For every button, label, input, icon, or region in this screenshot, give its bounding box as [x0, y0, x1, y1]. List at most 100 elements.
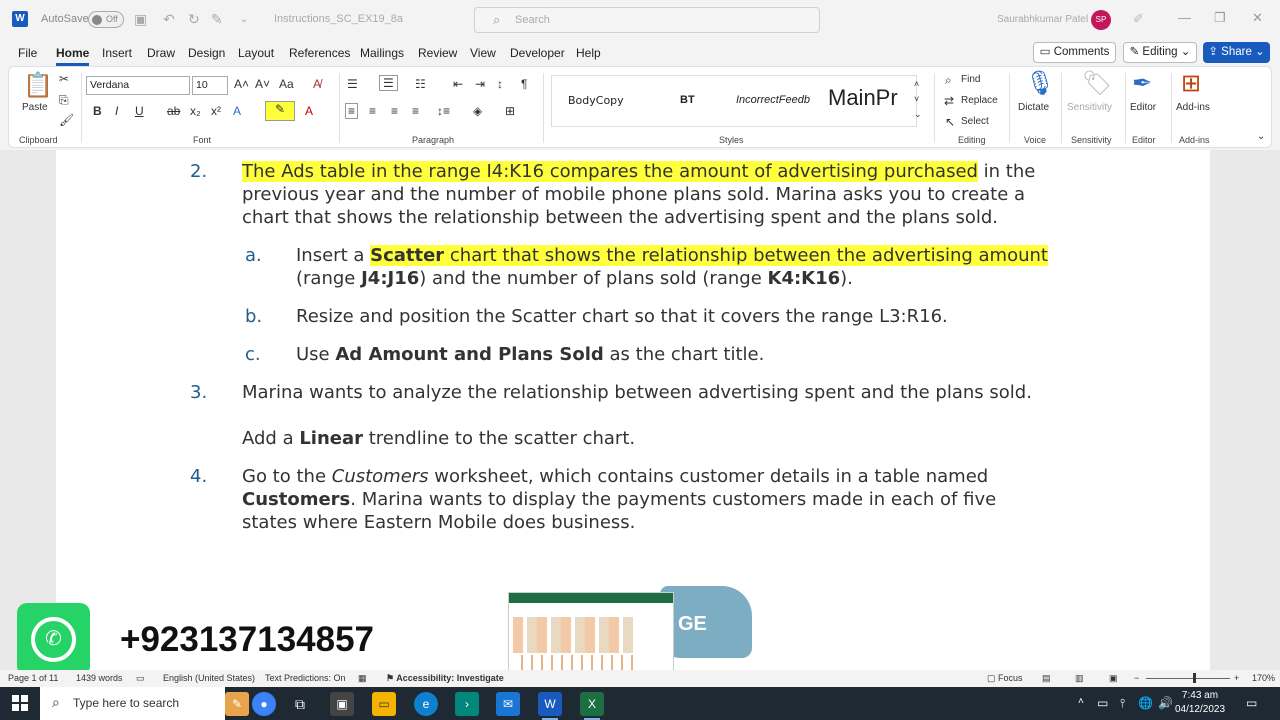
clock[interactable]: 7:43 am 04/12/2023	[1170, 689, 1230, 717]
search-box[interactable]: ⌕ Search	[474, 7, 820, 33]
align-right-icon[interactable]: ≡	[391, 104, 398, 118]
tab-help[interactable]: Help	[576, 46, 601, 60]
select-button[interactable]: Select	[961, 116, 989, 127]
zoom-level[interactable]: 170%	[1252, 673, 1275, 683]
read-mode-icon[interactable]: ▤	[1042, 673, 1051, 684]
align-center-icon[interactable]: ≡	[369, 104, 376, 118]
shading-icon[interactable]: ◈	[473, 104, 482, 118]
tab-references[interactable]: References	[289, 46, 350, 60]
sort-icon[interactable]: ↕	[497, 77, 503, 91]
print-layout-icon[interactable]: ▥	[1075, 673, 1084, 684]
replace-button[interactable]: Replace	[961, 95, 998, 106]
editor-icon[interactable]: ✒	[1132, 69, 1152, 98]
tab-review[interactable]: Review	[418, 46, 457, 60]
file-explorer-icon[interactable]: ▭	[372, 692, 396, 716]
justify-icon[interactable]: ≡	[412, 104, 419, 118]
styles-scroll-down-icon[interactable]: ˅	[914, 94, 919, 104]
styles-scroll-up-icon[interactable]: ˄	[914, 79, 919, 89]
pen-icon[interactable]: ✐	[1133, 11, 1144, 27]
store-icon[interactable]: ▣	[330, 692, 354, 716]
copilot-icon[interactable]: ●	[252, 692, 276, 716]
collapse-ribbon-icon[interactable]: ⌄	[1257, 131, 1265, 142]
font-family-select[interactable]: Verdana	[86, 76, 190, 95]
tab-design[interactable]: Design	[188, 46, 225, 60]
multilevel-list-icon[interactable]: ☷	[415, 77, 426, 91]
zoom-slider-thumb[interactable]	[1193, 673, 1196, 683]
microphone-tray-icon[interactable]: ⫯	[1120, 696, 1125, 711]
numbering-icon[interactable]: ☰	[379, 75, 398, 91]
sensitivity-icon[interactable]: 🏷	[1082, 69, 1112, 98]
find-button[interactable]: Find	[961, 74, 980, 85]
text-predictions[interactable]: Text Predictions: On	[265, 673, 346, 683]
find-icon[interactable]: ⌕	[945, 73, 952, 88]
undo-icon[interactable]: ↶	[163, 11, 175, 28]
zoom-out-icon[interactable]: −	[1134, 673, 1139, 683]
task-view-icon[interactable]: ⧉	[288, 692, 312, 716]
copy-icon[interactable]: ⎘	[59, 93, 69, 108]
zoom-in-icon[interactable]: +	[1234, 673, 1239, 683]
notifications-icon[interactable]: ▭	[1246, 696, 1257, 710]
proofing-icon[interactable]: ▭	[136, 673, 145, 684]
share-button[interactable]: ⇪ Share ⌄	[1203, 42, 1270, 63]
format-painter-icon[interactable]: 🖌	[59, 113, 74, 127]
style-mainpr[interactable]: MainPr	[828, 85, 898, 111]
minimize-icon[interactable]: —	[1178, 10, 1191, 25]
increase-indent-icon[interactable]: ⇥	[475, 77, 485, 91]
excel-taskbar-icon[interactable]: X	[580, 692, 604, 720]
cut-icon[interactable]: ✂	[59, 72, 69, 86]
bold-icon[interactable]: B	[93, 104, 102, 118]
tab-insert[interactable]: Insert	[102, 46, 132, 60]
tab-home[interactable]: Home	[56, 46, 90, 66]
taskbar-search[interactable]: ⌕ Type here to search	[40, 687, 225, 720]
sensitivity-button[interactable]: Sensitivity	[1067, 102, 1112, 113]
editing-mode-button[interactable]: ✎ Editing ⌄	[1123, 42, 1197, 63]
network-icon[interactable]: 🌐	[1138, 696, 1153, 710]
show-marks-icon[interactable]: ¶	[521, 77, 527, 91]
bullets-icon[interactable]: ☰	[347, 77, 358, 91]
macro-icon[interactable]: ▦	[358, 673, 367, 684]
replace-icon[interactable]: ⇄	[944, 94, 954, 108]
tab-draw[interactable]: Draw	[147, 46, 175, 60]
format-painter-qat-icon[interactable]: ✎	[211, 11, 223, 28]
redo-icon[interactable]: ↻	[188, 11, 200, 28]
maximize-icon[interactable]: ❐	[1214, 10, 1226, 26]
mail-icon[interactable]: ✉	[496, 692, 520, 716]
autosave-toggle[interactable]: Off	[88, 11, 124, 28]
save-icon[interactable]: ▣	[134, 11, 147, 28]
paste-icon[interactable]: 📋	[23, 71, 53, 100]
microphone-icon[interactable]: 🎙	[1025, 69, 1055, 98]
customize-qat-icon[interactable]: ⌄	[240, 14, 248, 25]
decrease-indent-icon[interactable]: ⇤	[453, 77, 463, 91]
zoom-slider[interactable]	[1146, 678, 1230, 679]
text-effects-icon[interactable]: A	[233, 104, 241, 118]
accessibility-status[interactable]: ⚑ Accessibility: Investigate	[386, 673, 504, 684]
editor-button[interactable]: Editor	[1130, 102, 1156, 113]
superscript-icon[interactable]: x²	[211, 104, 221, 118]
align-left-icon[interactable]: ≡	[345, 103, 359, 119]
tab-layout[interactable]: Layout	[238, 46, 274, 60]
highlight-icon[interactable]: ✎	[265, 101, 295, 121]
tab-view[interactable]: View	[470, 46, 496, 60]
tab-developer[interactable]: Developer	[510, 46, 565, 60]
tab-file[interactable]: File	[18, 46, 37, 60]
addins-icon[interactable]: ⊞	[1181, 69, 1201, 98]
grow-font-icon[interactable]: A˄	[234, 77, 249, 91]
italic-icon[interactable]: I	[115, 104, 118, 118]
style-bodycopy[interactable]: BodyCopy	[568, 94, 624, 107]
style-bt[interactable]: BT	[680, 94, 695, 106]
language[interactable]: English (United States)	[163, 673, 255, 683]
web-layout-icon[interactable]: ▣	[1109, 673, 1118, 684]
comments-button[interactable]: ▭ Comments	[1033, 42, 1116, 63]
word-count[interactable]: 1439 words	[76, 673, 123, 683]
addins-button[interactable]: Add-ins	[1176, 102, 1210, 113]
style-incorrect-feedback[interactable]: IncorrectFeedb	[736, 94, 810, 106]
clear-formatting-icon[interactable]: A̸	[313, 77, 321, 91]
underline-icon[interactable]: U	[135, 104, 144, 118]
subscript-icon[interactable]: x₂	[190, 104, 201, 118]
page-count[interactable]: Page 1 of 11	[8, 673, 58, 683]
avatar[interactable]: SP	[1091, 10, 1111, 30]
powershell-icon[interactable]: ›	[455, 692, 479, 716]
tray-overflow-icon[interactable]: ˄	[1078, 696, 1084, 707]
edge-icon[interactable]: e	[414, 692, 438, 716]
close-icon[interactable]: ✕	[1252, 10, 1263, 26]
